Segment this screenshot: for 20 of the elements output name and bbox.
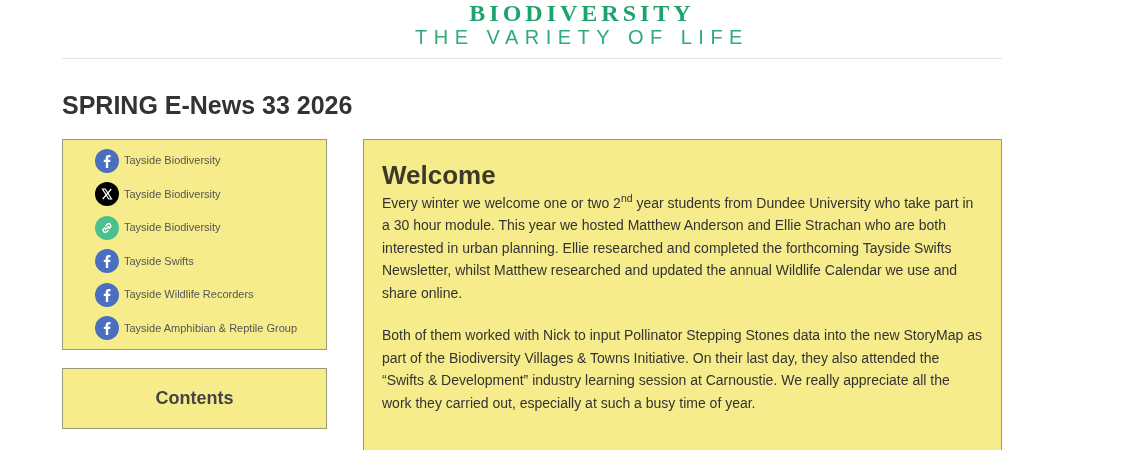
social-link[interactable]: Tayside Biodiversity <box>95 215 326 240</box>
article-paragraph: Every winter we welcome one or two 2$^{nd}$ year students from Dundee University who take part in a 30 hour module. This year we hosted Matthew Anderson and Ellie Strachan who are both interested in urban planning. Ellie researched and completed the forthcoming Tayside Swifts Newsletter, whilst Matthew researched and updated the annual Wildlife Calendar we use and share online. <box>382 191 975 303</box>
article-heading: Welcome <box>382 159 497 190</box>
link-icon <box>95 215 119 240</box>
article-paragraph: Both of them worked with Nick to input Pollinator Stepping Stones data into the new StoryMap as part of the Biodiversity Villages & Towns Initiative. On their last day, they also attended the “Swifts & Development” industry learning session at Carnoustie. We really appreciate all the work they carried out, especially at such a busy time of year. <box>382 326 983 413</box>
social-link[interactable]: Tayside Amphibian & Reptile Group <box>95 316 326 340</box>
contents-panel[interactable]: Contents <box>62 368 327 429</box>
x-icon <box>95 182 119 206</box>
social-link[interactable]: Tayside Wildlife Recorders <box>95 282 326 307</box>
social-link[interactable]: Tayside Biodiversity <box>95 148 326 173</box>
facebook-icon <box>95 249 119 273</box>
facebook-icon <box>95 316 119 340</box>
social-link[interactable]: Tayside Swifts <box>95 249 326 273</box>
page-title: SPRING E-News 33 2026 <box>62 90 354 121</box>
logo-title: BIODIVERSITY <box>469 0 695 26</box>
facebook-icon <box>95 148 119 173</box>
social-link[interactable]: Tayside Biodiversity <box>95 182 326 206</box>
contents-heading: Contents <box>155 387 234 410</box>
facebook-icon <box>95 282 119 307</box>
logo-tagline: THE VARIETY OF LIFE <box>415 26 749 48</box>
